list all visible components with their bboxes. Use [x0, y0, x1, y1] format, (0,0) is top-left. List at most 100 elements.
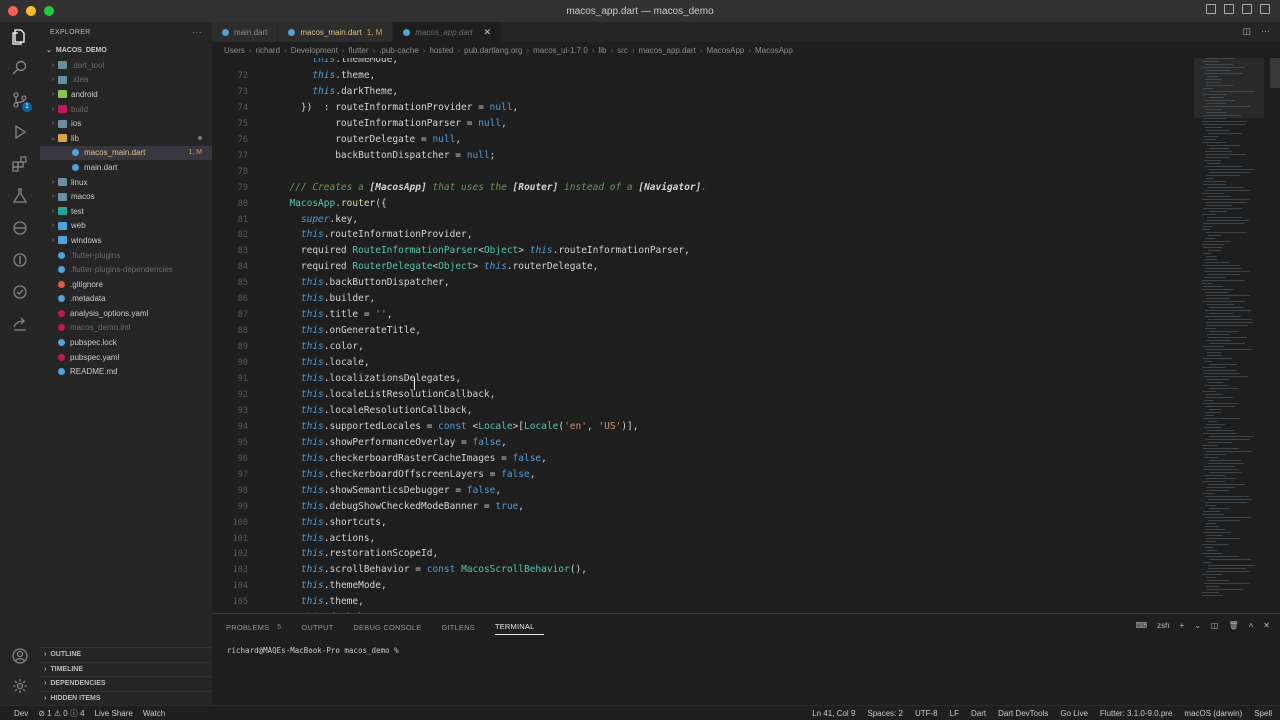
tab-main-dart[interactable]: main.dart — [212, 22, 279, 42]
toggle-panel-icon[interactable] — [1224, 4, 1234, 14]
status-right-item[interactable]: Spell — [1254, 709, 1272, 718]
breadcrumb-item[interactable]: macos_app.dart — [639, 46, 696, 55]
code-line[interactable]: 92 this.localeListResolutionCallback, — [212, 387, 1192, 403]
code-line[interactable]: 85 this.backButtonDispatcher, — [212, 275, 1192, 291]
status-right-item[interactable]: Go Live — [1060, 709, 1088, 718]
code-line[interactable]: 104 this.themeMode, — [212, 578, 1192, 594]
code-line[interactable]: 103 this.scrollBehavior = const MacosScr… — [212, 562, 1192, 578]
code-line[interactable]: 79 /// Creates a [MacosApp] that uses th… — [212, 180, 1192, 196]
code-line[interactable]: 93 this.localeResolutionCallback, — [212, 403, 1192, 419]
close-window-button[interactable] — [8, 6, 18, 16]
status-right-item[interactable]: Dart DevTools — [998, 709, 1048, 718]
tab-output[interactable]: OUTPUT — [301, 614, 343, 640]
code-line[interactable]: 88 this.onGenerateTitle, — [212, 323, 1192, 339]
workspace-root[interactable]: ⌄ MACOS_DEMO — [40, 42, 212, 58]
breadcrumb-item[interactable]: Development — [291, 46, 338, 55]
breadcrumb-item[interactable]: richard — [256, 46, 280, 55]
new-terminal-icon[interactable]: + — [1180, 621, 1185, 630]
section-timeline[interactable]: › TIMELINE — [40, 661, 212, 677]
accounts-icon[interactable] — [10, 646, 30, 666]
code-line[interactable]: 95 this.showPerformanceOverlay = false, — [212, 435, 1192, 451]
tree-item[interactable]: › ios — [40, 116, 212, 131]
status-right-item[interactable]: macOS (darwin) — [1184, 709, 1242, 718]
tree-item[interactable]: › android — [40, 87, 212, 102]
code-line[interactable]: 87 this.title = '', — [212, 307, 1192, 323]
split-editor-icon[interactable]: ◫ — [1242, 26, 1251, 37]
status-right-item[interactable]: Ln 41, Col 9 — [812, 709, 855, 718]
breadcrumb-item[interactable]: Users — [224, 46, 245, 55]
tab-gitlens[interactable]: GITLENS — [441, 614, 485, 640]
breadcrumb-item[interactable]: flutter — [349, 46, 369, 55]
breadcrumb-item[interactable]: src — [617, 46, 628, 55]
remote-explorer-icon[interactable] — [10, 218, 30, 238]
explorer-icon[interactable] — [10, 27, 30, 47]
customize-layout-icon[interactable] — [1260, 4, 1270, 14]
tree-item[interactable]: pubspec.yaml — [40, 350, 212, 365]
tree-item[interactable]: README.md — [40, 364, 212, 379]
code-line[interactable]: 102 this.restorationScopeId, — [212, 546, 1192, 562]
code-line[interactable]: 105 this.theme, — [212, 594, 1192, 610]
code-line[interactable]: 94 this.supportedLocales = const <Locale… — [212, 419, 1192, 435]
tree-item[interactable]: main.dart — [40, 160, 212, 175]
flutter-tools-icon[interactable] — [10, 282, 30, 302]
tree-item[interactable]: macos_demo.iml — [40, 321, 212, 336]
split-terminal-icon[interactable]: ◫ — [1211, 621, 1219, 630]
chevron-down-icon[interactable]: ⌄ — [1194, 621, 1201, 630]
code-line[interactable]: 72 this.theme, — [212, 68, 1192, 84]
toggle-sidebar-icon[interactable] — [1206, 4, 1216, 14]
source-control-icon[interactable]: 1 — [10, 90, 32, 112]
tab-macos-main-dart[interactable]: macos_main.dart 1, M — [278, 22, 394, 42]
section-hidden-items[interactable]: › HIDDEN ITEMS — [40, 690, 212, 706]
code-line[interactable]: 81 super.key, — [212, 212, 1192, 228]
status-branch-item[interactable]: Dev — [14, 709, 28, 718]
code-line[interactable]: 89 this.color, — [212, 339, 1192, 355]
tree-item[interactable]: › .idea — [40, 73, 212, 88]
close-tab-icon[interactable]: ✕ — [484, 27, 492, 38]
status-right-item[interactable]: Flutter: 3.1.0-9.0.pre — [1100, 709, 1172, 718]
code-editor[interactable]: this.themeMode, 72 this.theme, 73 this.dar… — [212, 58, 1192, 613]
tree-item[interactable]: .metadata — [40, 292, 212, 307]
live-share-icon[interactable] — [10, 314, 30, 334]
code-line[interactable]: 82 this.routeInformationProvider, — [212, 227, 1192, 243]
status-watch-item[interactable]: Watch — [143, 709, 165, 718]
status-right-item[interactable]: LF — [950, 709, 959, 718]
tree-item[interactable]: › test — [40, 204, 212, 219]
minimize-window-button[interactable] — [26, 6, 36, 16]
breadcrumb-item[interactable]: macos_ui-1.7.0 — [533, 46, 588, 55]
more-actions-icon[interactable]: ··· — [1261, 26, 1270, 37]
tree-item[interactable]: › web — [40, 219, 212, 234]
tab-macos-app-dart[interactable]: macos_app.dart ✕ — [393, 22, 503, 42]
tab-debug-console[interactable]: DEBUG CONSOLE — [353, 614, 431, 640]
code-line[interactable]: 91 this.localizationsDelegates, — [212, 371, 1192, 387]
extensions-icon[interactable] — [10, 154, 30, 174]
chevron-up-icon[interactable]: ˄ — [1249, 621, 1254, 630]
code-line[interactable]: 76 routerDelegate = null, — [212, 132, 1192, 148]
terminal-prompt[interactable]: richard@MAQEs-MacBook-Pro macos_demo % — [212, 640, 1280, 655]
breadcrumb-item[interactable]: hosted — [429, 46, 453, 55]
section-outline[interactable]: › OUTLINE — [40, 647, 212, 662]
tree-item[interactable]: macos_main.dart 1, M — [40, 145, 212, 161]
more-actions-icon[interactable]: ··· — [192, 27, 202, 37]
tree-item[interactable]: ⌄ lib — [40, 131, 212, 146]
search-icon[interactable] — [10, 58, 30, 78]
code-line[interactable]: 96 this.checkerboardRasterCacheImages = … — [212, 451, 1192, 467]
toggle-secondary-sidebar-icon[interactable] — [1242, 4, 1252, 14]
run-debug-icon[interactable] — [10, 122, 30, 142]
tree-item[interactable]: › macos — [40, 189, 212, 204]
code-line[interactable]: this.themeMode, — [212, 58, 1192, 68]
code-line[interactable]: 80 MacosApp.router({ — [212, 196, 1192, 212]
tree-item[interactable]: .flutter-plugins-dependencies — [40, 262, 212, 277]
status-right-item[interactable]: UTF-8 — [915, 709, 938, 718]
tree-item[interactable]: analysis_options.yaml — [40, 306, 212, 321]
code-line[interactable]: 83 required RouteInformationParser<Objec… — [212, 243, 1192, 259]
status-right-item[interactable]: Dart — [971, 709, 986, 718]
code-line[interactable]: 86 this.builder, — [212, 291, 1192, 307]
breadcrumb-item[interactable]: MacosApp — [755, 46, 793, 55]
tree-item[interactable]: .flutter-plugins — [40, 248, 212, 263]
status-right-item[interactable]: Spaces: 2 — [867, 709, 903, 718]
close-panel-icon[interactable]: ✕ — [1263, 621, 1270, 630]
editor-scrollbar[interactable] — [1270, 58, 1280, 88]
tree-item[interactable]: › build — [40, 102, 212, 117]
breadcrumb-item[interactable]: pub.dartlang.org — [464, 46, 522, 55]
terminal-shell-label[interactable]: zsh — [1157, 621, 1169, 630]
